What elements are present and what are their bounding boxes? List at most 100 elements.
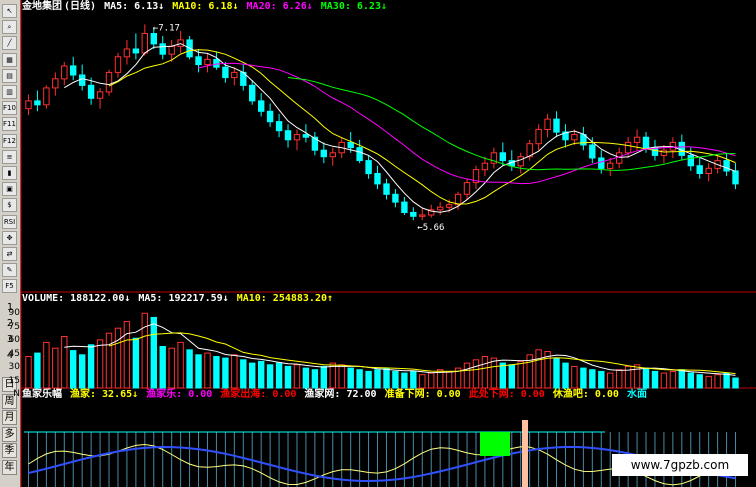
volume-bar (266, 364, 274, 389)
candle-body (633, 136, 641, 143)
candle-body (696, 165, 703, 174)
volume-bar (132, 337, 140, 389)
volume-bar (660, 372, 668, 389)
volume-bar (240, 359, 247, 389)
volume-bar (678, 369, 685, 389)
volume-bar (589, 369, 596, 389)
candle-body (266, 110, 274, 123)
high-price-label: ←7.17 (153, 23, 180, 33)
stock-chart-canvas[interactable]: ←7.17 ←5.66 (0, 0, 756, 487)
volume-bar (302, 367, 310, 389)
candle-body (195, 56, 202, 66)
volume-bar (410, 370, 417, 389)
volume-bar (79, 354, 86, 389)
volume-bar (472, 359, 480, 389)
candle-body (96, 91, 104, 99)
volume-bar (311, 369, 319, 389)
candle-body (624, 141, 632, 154)
candle-body (222, 66, 229, 79)
candle-body (249, 84, 256, 102)
volume-bar (598, 370, 605, 389)
volume-bar (392, 370, 399, 389)
volume-bar (616, 369, 623, 389)
candle-body (302, 134, 310, 138)
volume-bar (43, 341, 50, 389)
volume-tick-label: 75 (8, 321, 20, 332)
candle-body (258, 100, 265, 112)
volume-bar (213, 356, 220, 389)
candle-body (598, 157, 605, 169)
candle-body (642, 136, 650, 149)
volume-bar (562, 362, 569, 389)
volume-bar (571, 365, 578, 389)
volume-bar (490, 357, 498, 389)
candle-body (392, 193, 399, 203)
candle-body (87, 84, 95, 99)
volume-bar (696, 374, 703, 389)
candle-body (445, 204, 453, 208)
volume-ma10-line (108, 332, 736, 375)
candle-body (365, 160, 372, 175)
volume-bar (141, 312, 149, 389)
candle-body (383, 183, 390, 195)
candle-body (571, 134, 578, 141)
candle-body (705, 167, 712, 175)
volume-bar (481, 356, 489, 389)
volume-bar (61, 336, 68, 389)
candle-body (320, 149, 328, 158)
candle-body (356, 147, 363, 162)
volume-bar (249, 362, 256, 389)
indicator-block (480, 432, 510, 456)
candle-body (517, 156, 524, 167)
volume-bar (517, 360, 524, 389)
indicator-marker (522, 420, 528, 487)
candle-body (61, 65, 68, 80)
candle-body (329, 152, 337, 158)
volume-bar (356, 369, 363, 389)
volume-bar (687, 372, 694, 389)
candle-body (616, 152, 623, 164)
volume-bar (365, 370, 372, 389)
candle-body (43, 87, 50, 106)
volume-bar (642, 367, 650, 389)
volume-bar (168, 347, 175, 389)
volume-bar (123, 321, 131, 389)
candle-body (401, 201, 408, 214)
volume-bar (428, 372, 435, 389)
volume-bar (338, 364, 345, 389)
candle-body (535, 128, 542, 145)
volume-bar (52, 347, 59, 389)
volume-bar (275, 362, 283, 389)
low-price-label: ←5.66 (417, 223, 444, 233)
volume-bar (195, 354, 202, 389)
ma5-line (64, 43, 736, 213)
candle-body (79, 74, 86, 86)
candle-body (410, 211, 417, 217)
candle-body (159, 43, 166, 55)
watermark: www.7gpzb.com (612, 454, 748, 476)
volume-tick-label: N (13, 389, 20, 399)
candle-body (607, 162, 614, 169)
volume-tick-label: 30 (8, 362, 20, 372)
candle-body (231, 71, 238, 79)
volume-bar (723, 372, 730, 389)
volume-bar (231, 354, 238, 389)
volume-bar (419, 374, 426, 389)
volume-tick-label: 45 (8, 348, 20, 359)
candle-body (374, 173, 381, 185)
volume-bar (374, 369, 381, 389)
volume-bar (293, 364, 301, 389)
volume-bar (732, 377, 739, 389)
volume-bar (70, 350, 77, 389)
candle-body (481, 162, 489, 171)
candle-body (293, 134, 301, 141)
candle-body (132, 48, 140, 54)
volume-bar (258, 360, 265, 389)
candle-body (114, 56, 122, 73)
volume-bar (96, 339, 104, 389)
volume-bar (159, 346, 166, 389)
volume-bar (714, 374, 721, 389)
volume-bar (25, 356, 32, 389)
volume-bar (463, 362, 471, 389)
candle-body (499, 152, 507, 162)
